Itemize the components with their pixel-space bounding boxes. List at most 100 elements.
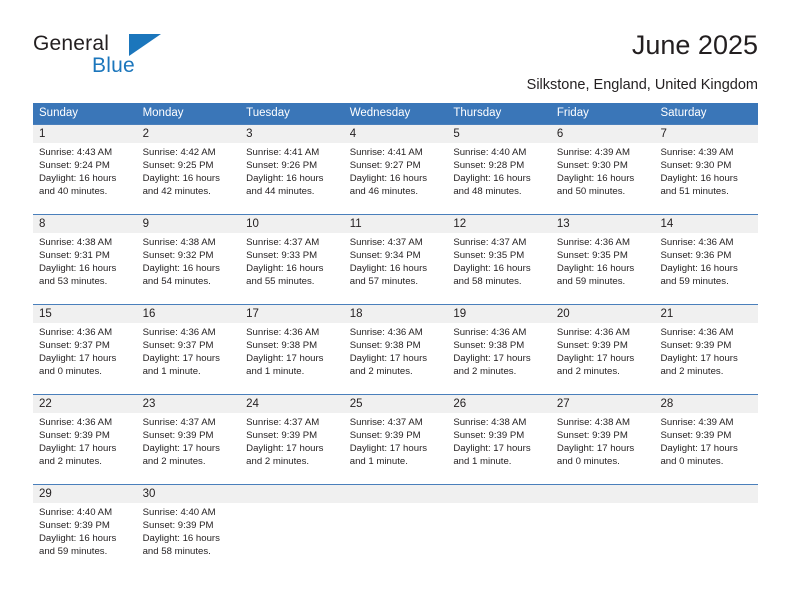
sunset-text: Sunset: 9:39 PM xyxy=(556,430,628,442)
day-cell-empty xyxy=(447,503,551,577)
sunset-text: Sunset: 9:25 PM xyxy=(142,160,214,172)
day-number[interactable]: 26 xyxy=(447,395,551,413)
sunset-text: Sunset: 9:37 PM xyxy=(142,340,214,352)
general-blue-logo[interactable]: General Blue xyxy=(33,32,163,84)
daylight-text-line2: and 0 minutes. xyxy=(660,456,724,468)
daylight-text-line1: Daylight: 16 hours xyxy=(246,263,324,275)
daylight-text-line1: Daylight: 16 hours xyxy=(660,263,738,275)
sunrise-text: Sunrise: 4:41 AM xyxy=(246,147,320,158)
day-number[interactable]: 15 xyxy=(33,305,137,323)
day-number[interactable]: 12 xyxy=(447,215,551,233)
sunrise-text: Sunrise: 4:38 AM xyxy=(39,237,113,248)
day-number[interactable]: 7 xyxy=(654,125,758,143)
day-number-row: 22 23 24 25 26 27 28 xyxy=(33,395,758,413)
day-cell: Sunrise: 4:36 AM Sunset: 9:39 PM Dayligh… xyxy=(551,323,655,394)
daylight-text-line1: Daylight: 17 hours xyxy=(453,353,531,365)
day-number[interactable]: 23 xyxy=(137,395,241,413)
day-number[interactable]: 10 xyxy=(240,215,344,233)
day-cell: Sunrise: 4:38 AM Sunset: 9:32 PM Dayligh… xyxy=(137,233,241,304)
day-number[interactable]: 19 xyxy=(447,305,551,323)
day-cell-empty xyxy=(551,503,655,577)
sunset-text: Sunset: 9:30 PM xyxy=(556,160,628,172)
sunrise-text: Sunrise: 4:41 AM xyxy=(349,147,423,158)
logo-word-general: General xyxy=(33,32,110,55)
sunrise-text: Sunrise: 4:40 AM xyxy=(453,147,527,158)
page-header: General Blue June 2025 Silkstone, Englan… xyxy=(33,28,758,98)
day-cell: Sunrise: 4:40 AM Sunset: 9:39 PM Dayligh… xyxy=(137,503,241,577)
day-detail-row: Sunrise: 4:40 AM Sunset: 9:39 PM Dayligh… xyxy=(33,503,758,577)
sunrise-text: Sunrise: 4:42 AM xyxy=(142,147,216,158)
day-cell: Sunrise: 4:36 AM Sunset: 9:37 PM Dayligh… xyxy=(33,323,137,394)
sunrise-text: Sunrise: 4:36 AM xyxy=(660,327,734,338)
day-number[interactable]: 11 xyxy=(344,215,448,233)
daylight-text-line2: and 2 minutes. xyxy=(349,366,413,378)
daylight-text-line2: and 2 minutes. xyxy=(453,366,517,378)
day-number-empty xyxy=(551,485,655,503)
sunset-text: Sunset: 9:33 PM xyxy=(246,250,318,262)
day-cell: Sunrise: 4:39 AM Sunset: 9:30 PM Dayligh… xyxy=(551,143,655,214)
day-cell: Sunrise: 4:43 AM Sunset: 9:24 PM Dayligh… xyxy=(33,143,137,214)
day-number[interactable]: 3 xyxy=(240,125,344,143)
sunset-text: Sunset: 9:35 PM xyxy=(556,250,628,262)
sunset-text: Sunset: 9:39 PM xyxy=(39,430,110,442)
day-number[interactable]: 18 xyxy=(344,305,448,323)
day-cell: Sunrise: 4:36 AM Sunset: 9:38 PM Dayligh… xyxy=(240,323,344,394)
day-number[interactable]: 5 xyxy=(447,125,551,143)
day-number[interactable]: 2 xyxy=(137,125,241,143)
daylight-text-line1: Daylight: 16 hours xyxy=(349,263,428,275)
day-number-row: 8 9 10 11 12 13 14 xyxy=(33,215,758,233)
sunset-text: Sunset: 9:28 PM xyxy=(453,160,525,172)
calendar-week-row: 8 9 10 11 12 13 14 Sunrise: 4:38 AM Suns… xyxy=(33,214,758,304)
weekday-header-saturday: Saturday xyxy=(660,107,707,119)
logo-word-blue: Blue xyxy=(92,54,135,77)
day-number[interactable]: 6 xyxy=(551,125,655,143)
daylight-text-line1: Daylight: 17 hours xyxy=(453,443,531,455)
day-number[interactable]: 8 xyxy=(33,215,137,233)
day-number[interactable]: 25 xyxy=(344,395,448,413)
calendar-week-row: 15 16 17 18 19 20 21 Sunrise: 4:36 AM Su… xyxy=(33,304,758,394)
day-number[interactable]: 30 xyxy=(137,485,241,503)
day-number[interactable]: 4 xyxy=(344,125,448,143)
weekday-header-row: Sunday Monday Tuesday Wednesday Thursday… xyxy=(33,103,758,124)
day-number[interactable]: 27 xyxy=(551,395,655,413)
daylight-text-line1: Daylight: 17 hours xyxy=(349,353,428,365)
daylight-text-line1: Daylight: 16 hours xyxy=(142,263,220,275)
day-number[interactable]: 1 xyxy=(33,125,137,143)
day-number[interactable]: 9 xyxy=(137,215,241,233)
weekday-header-tuesday: Tuesday xyxy=(246,107,290,119)
sunset-text: Sunset: 9:27 PM xyxy=(349,160,421,172)
daylight-text-line1: Daylight: 17 hours xyxy=(39,353,117,365)
daylight-text-line1: Daylight: 17 hours xyxy=(142,443,220,455)
day-number[interactable]: 14 xyxy=(654,215,758,233)
sunrise-text: Sunrise: 4:38 AM xyxy=(556,417,630,428)
day-number[interactable]: 21 xyxy=(654,305,758,323)
sunrise-text: Sunrise: 4:37 AM xyxy=(453,237,527,248)
day-number[interactable]: 24 xyxy=(240,395,344,413)
day-number[interactable]: 28 xyxy=(654,395,758,413)
daylight-text-line1: Daylight: 16 hours xyxy=(142,173,220,185)
day-cell: Sunrise: 4:37 AM Sunset: 9:39 PM Dayligh… xyxy=(344,413,448,484)
sunrise-text: Sunrise: 4:36 AM xyxy=(660,237,734,248)
day-cell: Sunrise: 4:36 AM Sunset: 9:35 PM Dayligh… xyxy=(551,233,655,304)
daylight-text-line2: and 59 minutes. xyxy=(39,546,108,558)
weekday-header-monday: Monday xyxy=(142,107,184,119)
sunset-text: Sunset: 9:39 PM xyxy=(39,520,110,532)
day-cell: Sunrise: 4:37 AM Sunset: 9:39 PM Dayligh… xyxy=(240,413,344,484)
day-number[interactable]: 29 xyxy=(33,485,137,503)
day-cell: Sunrise: 4:37 AM Sunset: 9:33 PM Dayligh… xyxy=(240,233,344,304)
day-number[interactable]: 20 xyxy=(551,305,655,323)
day-number[interactable]: 13 xyxy=(551,215,655,233)
day-detail-row: Sunrise: 4:36 AM Sunset: 9:37 PM Dayligh… xyxy=(33,323,758,394)
day-number[interactable]: 16 xyxy=(137,305,241,323)
sunset-text: Sunset: 9:38 PM xyxy=(453,340,525,352)
page-title: June 2025 xyxy=(631,30,758,60)
day-number[interactable]: 22 xyxy=(33,395,137,413)
day-number-row: 1 2 3 4 5 6 7 xyxy=(33,125,758,143)
day-number-empty xyxy=(654,485,758,503)
day-number[interactable]: 17 xyxy=(240,305,344,323)
day-number-empty xyxy=(344,485,448,503)
day-cell: Sunrise: 4:42 AM Sunset: 9:25 PM Dayligh… xyxy=(137,143,241,214)
daylight-text-line2: and 40 minutes. xyxy=(39,186,108,198)
daylight-text-line2: and 54 minutes. xyxy=(142,276,211,288)
sunrise-text: Sunrise: 4:37 AM xyxy=(246,237,320,248)
